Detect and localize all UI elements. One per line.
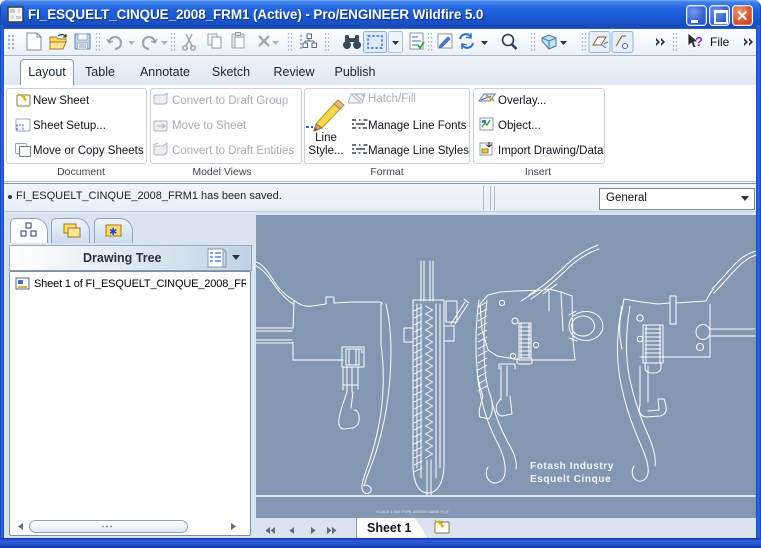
svg-text:Esquelt Cinque: Esquelt Cinque xyxy=(530,474,611,485)
svg-text:Fotash Industry: Fotash Industry xyxy=(530,461,614,472)
svg-text:?: ? xyxy=(695,34,703,49)
svg-text:✱: ✱ xyxy=(109,227,117,238)
svg-text:File: File xyxy=(710,35,730,49)
svg-text:SCALE 1.500 TYPE ASSEM NAME: SCALE 1.500 TYPE ASSEM NAME FI_E xyxy=(376,509,449,514)
